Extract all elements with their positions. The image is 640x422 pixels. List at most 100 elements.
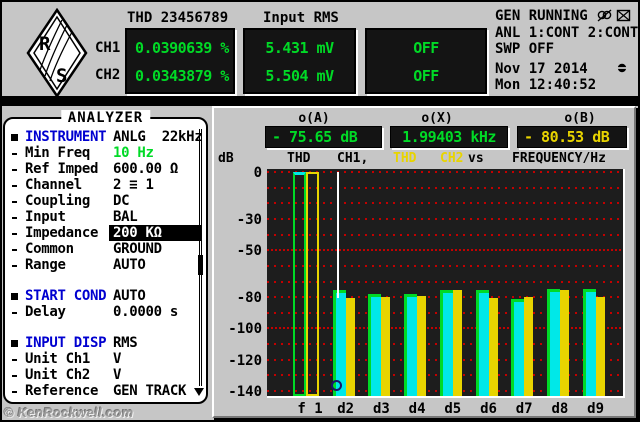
x-tick-label: d9 [587,401,605,417]
aux-ch2-value: OFF [413,67,439,85]
bar-ch1-cyan-overlap [407,296,418,396]
aux-ch1-value: OFF [413,39,439,57]
header-divider [0,96,640,106]
menu-item-row[interactable]: Channel 2 ≡ 1 [5,177,206,193]
menu-item-row[interactable]: Reference GEN TRACK [5,383,206,399]
swp-status: SWP OFF [495,41,555,57]
menu-item-value: AUTO [113,288,146,304]
rohde-schwarz-logo: R S [26,8,88,98]
cursor-a-label: o(A) [298,111,330,126]
x-axis-title: FREQUENCY/Hz [512,151,606,166]
bar-ch2-yellow [345,297,355,396]
bullet-icon [12,375,17,377]
cursor-circle-marker[interactable] [331,380,342,391]
menu-item-label: Unit Ch2 [25,367,91,383]
logo-letter-s: S [56,65,67,87]
time-text: Mon 12:40:52 [495,77,597,93]
menu-item-label: Common [25,241,74,257]
x-tick-label: f 1 [297,401,323,417]
menu-item-value: GEN TRACK [113,383,187,399]
y-tick-label: -120 [228,352,262,369]
menu-item-label: Channel [25,177,82,193]
menu-item-row[interactable]: Unit Ch1 V [5,351,206,367]
bullet-icon [12,153,17,155]
bar-ch2-yellow [452,290,462,396]
menu-item-row[interactable]: Ref Imped 600.00 Ω [5,161,206,177]
ch2-label: CH2 [95,67,121,83]
bar-ch1-cyan-overlap [514,302,525,396]
menu-item-label: Coupling [25,193,91,209]
input-rms-ch2-value: 5.504 mV [265,67,334,85]
menu-item-row[interactable]: Min Freq 10 Hz [5,145,206,161]
bar-ch1-cyan-overlap [478,293,489,396]
aux-readout-box: OFF OFF [365,28,487,94]
menu-item-row[interactable]: Delay 0.0000 s [5,304,206,320]
gridline [267,217,623,220]
gridline [267,202,623,205]
menu-item-row[interactable]: INPUT DISP RMS [5,335,206,351]
bullet-icon [12,265,17,267]
bullet-icon [12,233,17,235]
thd-ch1-value: 0.0390639 % [135,39,229,57]
menu-item-row[interactable]: Common GROUND [5,241,206,257]
menu-scrollbar-thumb[interactable] [198,255,203,275]
bar-ch2-yellow [595,296,605,396]
menu-item-value: V [113,367,122,383]
cursor-x-value: 1.99403 kHz [402,128,496,146]
gridline [267,186,623,189]
menu-item-label: Input [25,209,66,225]
bullet-icon [12,391,17,393]
gridline [267,171,623,173]
bar-ch2-yellow [381,297,391,396]
y-axis-unit: dB [218,151,234,166]
plot-area [267,169,625,398]
menu-item-row[interactable]: INSTRUMENT ANLG 22kHz [5,129,206,145]
y-tick-label: 0 [253,165,262,181]
x-cursor-line[interactable] [337,172,339,298]
bar-f1-ch1 [293,172,306,396]
bullet-icon [11,134,18,141]
keyboard-lock-icon [616,9,631,22]
x-tick-label: d5 [444,401,462,417]
chart-title-vs: vs [468,151,484,166]
anl-status: ANL 1:CONT 2:CONT [495,25,639,41]
menu-item-value: BAL [113,209,138,225]
cursor-x-readout: 1.99403 kHz [390,126,508,148]
menu-item-label: INSTRUMENT [25,129,107,145]
menu-item-value: 600.00 Ω [113,161,179,177]
menu-scroll-down-arrow[interactable] [194,388,204,396]
bullet-icon [12,312,17,314]
gridline [267,249,623,252]
cursor-b-value: - 80.53 dB [524,128,610,146]
menu-item-label: Reference [25,383,99,399]
x-tick-label: d6 [480,401,497,417]
bar-ch2-yellow [524,297,534,396]
menu-item-row[interactable]: START COND AUTO [5,288,206,304]
input-rms-readout-box: 5.431 mV 5.504 mV [243,28,356,94]
menu-item-row[interactable]: Impedance 200 KΩ [5,225,206,241]
logo-letter-r: R [39,33,51,55]
menu-item-row[interactable]: Coupling DC [5,193,206,209]
menu-item-label: Impedance [25,225,99,241]
x-tick-label: d7 [515,401,533,417]
gridline [267,264,623,267]
thd-function-label: THD 23456789 [127,10,229,26]
bar-f1-ch2 [306,172,319,396]
date-text: Nov 17 2014 [495,61,588,77]
bar-ch1-cyan-overlap [585,291,596,396]
menu-item-value: 10 Hz [113,145,154,161]
x-tick-label: d4 [408,401,426,417]
x-tick-label: d3 [372,401,390,417]
bullet-icon [12,185,17,187]
menu-item-row[interactable]: Input BAL [5,209,206,225]
thd-readout-box: 0.0390639 % 0.0343879 % [125,28,235,94]
menu-item-value: RMS [113,335,138,351]
bar-ch1-cyan-overlap [442,292,453,396]
ch1-label: CH1 [95,40,121,56]
bullet-icon [12,249,17,251]
y-tick-label: -140 [228,384,262,400]
menu-item-row[interactable]: Unit Ch2 V [5,367,206,383]
bullet-icon [12,359,17,361]
menu-item-row[interactable]: Range AUTO [5,257,206,273]
chart-title-thd1: THD [287,151,311,166]
